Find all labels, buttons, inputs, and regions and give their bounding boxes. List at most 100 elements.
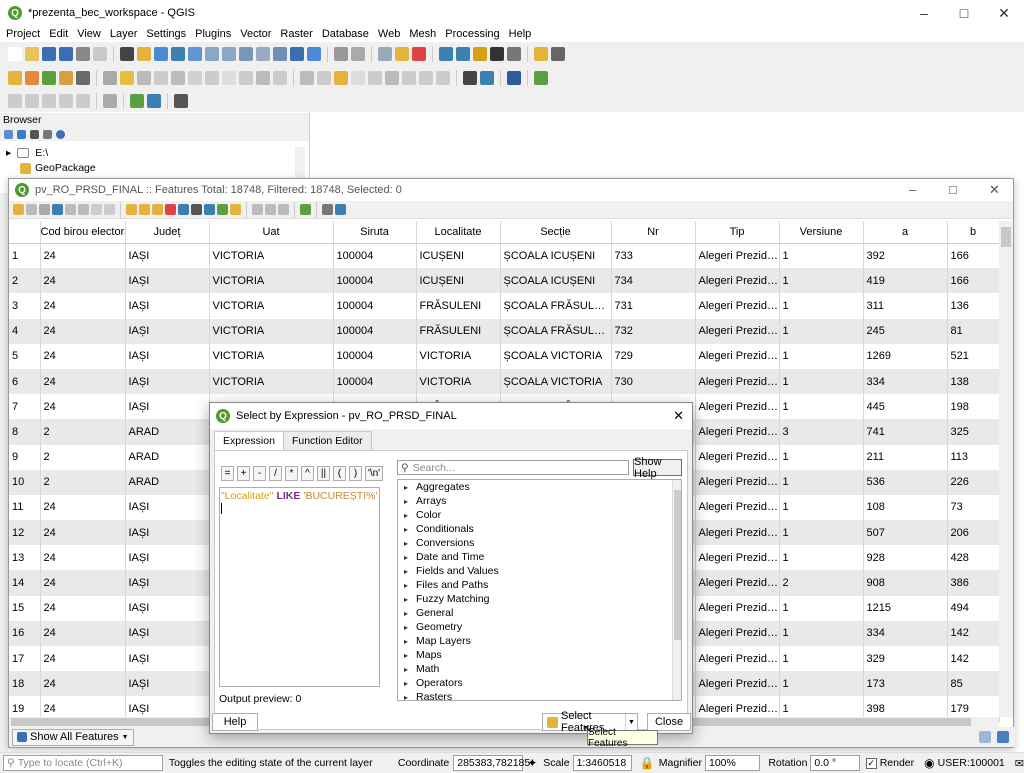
table-cell[interactable]: 329 — [863, 646, 948, 672]
function-group-item[interactable]: ▸ Math — [398, 662, 681, 676]
expand-arrow-icon[interactable]: ▸ — [404, 637, 416, 646]
expand-arrow-icon[interactable]: ▸ — [404, 665, 416, 674]
table-cell[interactable]: ȘCOALA VICTORIA — [500, 343, 612, 369]
table-cell[interactable]: 100004 — [333, 318, 417, 344]
table-tool-icon[interactable] — [26, 204, 37, 215]
table-cell[interactable]: 24 — [40, 646, 126, 672]
toolbar-tool-icon[interactable] — [25, 71, 39, 85]
table-cell[interactable]: 928 — [863, 545, 948, 571]
dialog-close-icon[interactable]: ✕ — [673, 408, 684, 424]
info-icon[interactable] — [56, 129, 65, 139]
table-cell[interactable]: VICTORIA — [416, 343, 501, 369]
row-number[interactable]: 4 — [9, 318, 41, 344]
table-cell[interactable]: Alegeri Preziden... — [695, 620, 780, 646]
table-cell[interactable]: ȘCOALA FRĂSULENI — [500, 318, 612, 344]
table-cell[interactable]: 100004 — [333, 243, 417, 269]
table-cell[interactable]: IAȘI — [125, 671, 210, 697]
toolbar-tool-icon[interactable] — [256, 71, 270, 85]
toolbar-tool-icon[interactable] — [76, 94, 90, 108]
table-cell[interactable]: VICTORIA — [209, 243, 334, 269]
table-tool-icon[interactable] — [165, 204, 176, 215]
menu-item-view[interactable]: View — [77, 28, 101, 40]
toolbar-tool-icon[interactable] — [273, 71, 287, 85]
toolbar-tool-icon[interactable] — [103, 71, 117, 85]
filter-icon[interactable] — [30, 129, 39, 139]
operator-button[interactable]: / — [269, 466, 282, 481]
toolbar-tool-icon[interactable] — [76, 71, 90, 85]
table-cell[interactable]: Alegeri Preziden... — [695, 494, 780, 521]
toolbar-tool-icon[interactable] — [130, 94, 144, 108]
toolbar-tool-icon[interactable] — [412, 47, 426, 61]
function-group-item[interactable]: ▸ Rasters — [398, 690, 681, 700]
toolbar-tool-icon[interactable] — [93, 47, 107, 61]
operator-button[interactable]: + — [237, 466, 250, 481]
vertical-scrollbar[interactable] — [999, 221, 1013, 717]
toolbar-tool-icon[interactable] — [402, 71, 416, 85]
toolbar-tool-icon[interactable] — [8, 94, 22, 108]
column-header[interactable]: Cod birou electoral — [40, 221, 126, 244]
toolbar-tool-icon[interactable] — [395, 47, 409, 61]
table-cell[interactable]: 2 — [779, 570, 864, 596]
menu-item-edit[interactable]: Edit — [49, 28, 68, 40]
table-cell[interactable]: IAȘI — [125, 520, 210, 546]
browser-item-drive[interactable]: ▸ E:\ — [6, 147, 48, 159]
toolbar-tool-icon[interactable] — [378, 47, 392, 61]
toolbar-tool-icon[interactable] — [205, 47, 219, 61]
menu-item-mesh[interactable]: Mesh — [409, 28, 436, 40]
table-cell[interactable]: 1215 — [863, 595, 948, 621]
table-cell[interactable]: 1 — [779, 545, 864, 571]
table-cell[interactable]: 1 — [779, 268, 864, 294]
row-number[interactable]: 16 — [9, 620, 41, 646]
table-cell[interactable]: FRĂSULENI — [416, 318, 501, 344]
function-group-item[interactable]: ▸ Map Layers — [398, 634, 681, 648]
table-cell[interactable]: Alegeri Preziden... — [695, 595, 780, 621]
table-cell[interactable]: ARAD — [125, 469, 210, 495]
table-tool-icon[interactable] — [65, 204, 76, 215]
table-cell[interactable]: 1 — [779, 671, 864, 697]
function-group-item[interactable]: ▸ Date and Time — [398, 550, 681, 564]
table-cell[interactable]: 198 — [947, 394, 1000, 420]
table-cell[interactable]: 206 — [947, 520, 1000, 546]
function-group-item[interactable]: ▸ Fields and Values — [398, 564, 681, 578]
column-header[interactable]: Nr — [611, 221, 696, 244]
toolbar-tool-icon[interactable] — [8, 47, 22, 61]
collapse-icon[interactable] — [43, 129, 52, 139]
toolbar-tool-icon[interactable] — [25, 94, 39, 108]
table-cell[interactable]: ȘCOALA VICTORIA — [500, 368, 612, 395]
table-cell[interactable]: 100004 — [333, 268, 417, 294]
expand-arrow-icon[interactable]: ▸ — [404, 679, 416, 688]
toolbar-tool-icon[interactable] — [25, 47, 39, 61]
close-window-button[interactable]: ✕ — [984, 0, 1024, 26]
function-group-item[interactable]: ▸ General — [398, 606, 681, 620]
table-row[interactable]: 1 24 IAȘI VICTORIA 100004 ICUȘENI ȘCOALA ICUȘE… — [9, 243, 1000, 269]
operator-button[interactable]: || — [317, 466, 330, 481]
row-number[interactable]: 7 — [9, 394, 41, 420]
table-cell[interactable]: IAȘI — [125, 318, 210, 344]
table-cell[interactable]: 24 — [40, 394, 126, 420]
function-search-input[interactable]: ⚲ Search... — [397, 460, 629, 475]
row-number[interactable]: 12 — [9, 520, 41, 546]
toolbar-tool-icon[interactable] — [103, 94, 117, 108]
toolbar-tool-icon[interactable] — [436, 71, 450, 85]
table-cell[interactable]: Alegeri Preziden... — [695, 671, 780, 697]
table-cell[interactable]: 1 — [779, 293, 864, 319]
row-number[interactable]: 6 — [9, 368, 41, 395]
table-cell[interactable]: 741 — [863, 419, 948, 445]
table-tool-icon[interactable] — [126, 204, 137, 215]
row-number[interactable]: 17 — [9, 646, 41, 672]
table-cell[interactable]: Alegeri Preziden... — [695, 444, 780, 470]
function-group-item[interactable]: ▸ Conversions — [398, 536, 681, 550]
table-cell[interactable]: 24 — [40, 494, 126, 521]
table-cell[interactable]: 24 — [40, 318, 126, 344]
tab-expression[interactable]: Expression — [214, 431, 284, 451]
toolbar-tool-icon[interactable] — [42, 71, 56, 85]
table-cell[interactable]: 136 — [947, 293, 1000, 319]
table-cell[interactable]: Alegeri Preziden... — [695, 419, 780, 445]
row-number[interactable]: 8 — [9, 419, 41, 445]
table-cell[interactable]: 226 — [947, 469, 1000, 495]
table-tool-icon[interactable] — [322, 204, 333, 215]
table-cell[interactable]: 166 — [947, 243, 1000, 269]
minimize-button[interactable]: – — [904, 0, 944, 26]
operator-button[interactable]: = — [221, 466, 234, 481]
function-group-item[interactable]: ▸ Fuzzy Matching — [398, 592, 681, 606]
